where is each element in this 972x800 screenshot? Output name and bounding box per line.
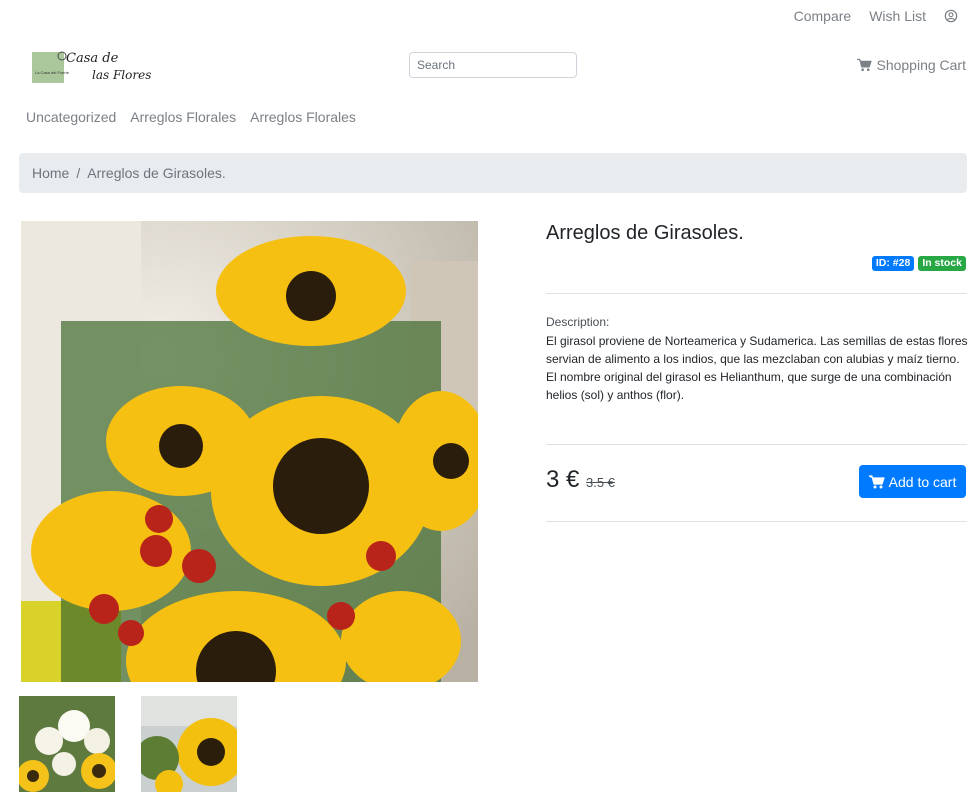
user-circle-icon[interactable] <box>944 9 958 23</box>
divider <box>546 293 967 294</box>
logo-text-line2: las Flores <box>92 68 151 82</box>
product-description: El girasol proviene de Norteamerica y Su… <box>546 334 968 402</box>
nav-item-uncategorized[interactable]: Uncategorized <box>26 109 116 125</box>
product-price: 3 € <box>546 466 580 493</box>
search-input[interactable] <box>409 52 577 78</box>
product-id-badge: ID: #28 <box>871 256 915 271</box>
breadcrumb-separator: / <box>76 165 81 181</box>
compare-link[interactable]: Compare <box>794 8 852 24</box>
breadcrumb-home[interactable]: Home <box>32 165 69 181</box>
product-badges: ID: #28 In stock <box>871 256 966 271</box>
product-main-image[interactable] <box>21 221 478 682</box>
logo-text-line1: Casa de <box>66 51 119 66</box>
category-nav: Uncategorized Arreglos Florales Arreglos… <box>26 109 356 125</box>
site-logo[interactable]: La Casa del Fuerte Casa de las Flores <box>32 48 154 84</box>
logo-badge-text: La Casa del Fuerte <box>35 70 70 75</box>
product-thumbnail-1[interactable] <box>19 696 115 792</box>
add-to-cart-label: Add to cart <box>888 473 957 490</box>
stock-status-badge: In stock <box>918 256 966 271</box>
sunflower-closeup-thumbnail <box>141 696 237 792</box>
breadcrumb: Home / Arreglos de Girasoles. <box>19 153 967 193</box>
shopping-cart-label: Shopping Cart <box>876 57 966 73</box>
product-thumbnail-2[interactable] <box>141 696 237 792</box>
top-bar: Compare Wish List <box>794 8 958 24</box>
product-title: Arreglos de Girasoles. <box>546 222 744 244</box>
nav-item-arreglos-florales[interactable]: Arreglos Florales <box>130 109 236 125</box>
shopping-cart-icon <box>868 474 885 488</box>
white-roses-sunflower-thumbnail <box>19 696 115 792</box>
nav-item-arreglos-florales-2[interactable]: Arreglos Florales <box>250 109 356 125</box>
wishlist-link[interactable]: Wish List <box>869 8 926 24</box>
product-old-price: 3.5 € <box>586 475 615 490</box>
divider <box>546 521 967 522</box>
shopping-cart-link[interactable]: Shopping Cart <box>857 57 966 73</box>
sunflower-arrangement-image <box>21 221 478 682</box>
breadcrumb-current: Arreglos de Girasoles. <box>87 165 226 181</box>
description-label: Description: <box>546 315 610 329</box>
shopping-cart-icon <box>857 58 873 71</box>
site-header: La Casa del Fuerte Casa de las Flores Sh… <box>0 46 972 86</box>
divider <box>546 444 967 445</box>
add-to-cart-button[interactable]: Add to cart <box>859 465 966 498</box>
